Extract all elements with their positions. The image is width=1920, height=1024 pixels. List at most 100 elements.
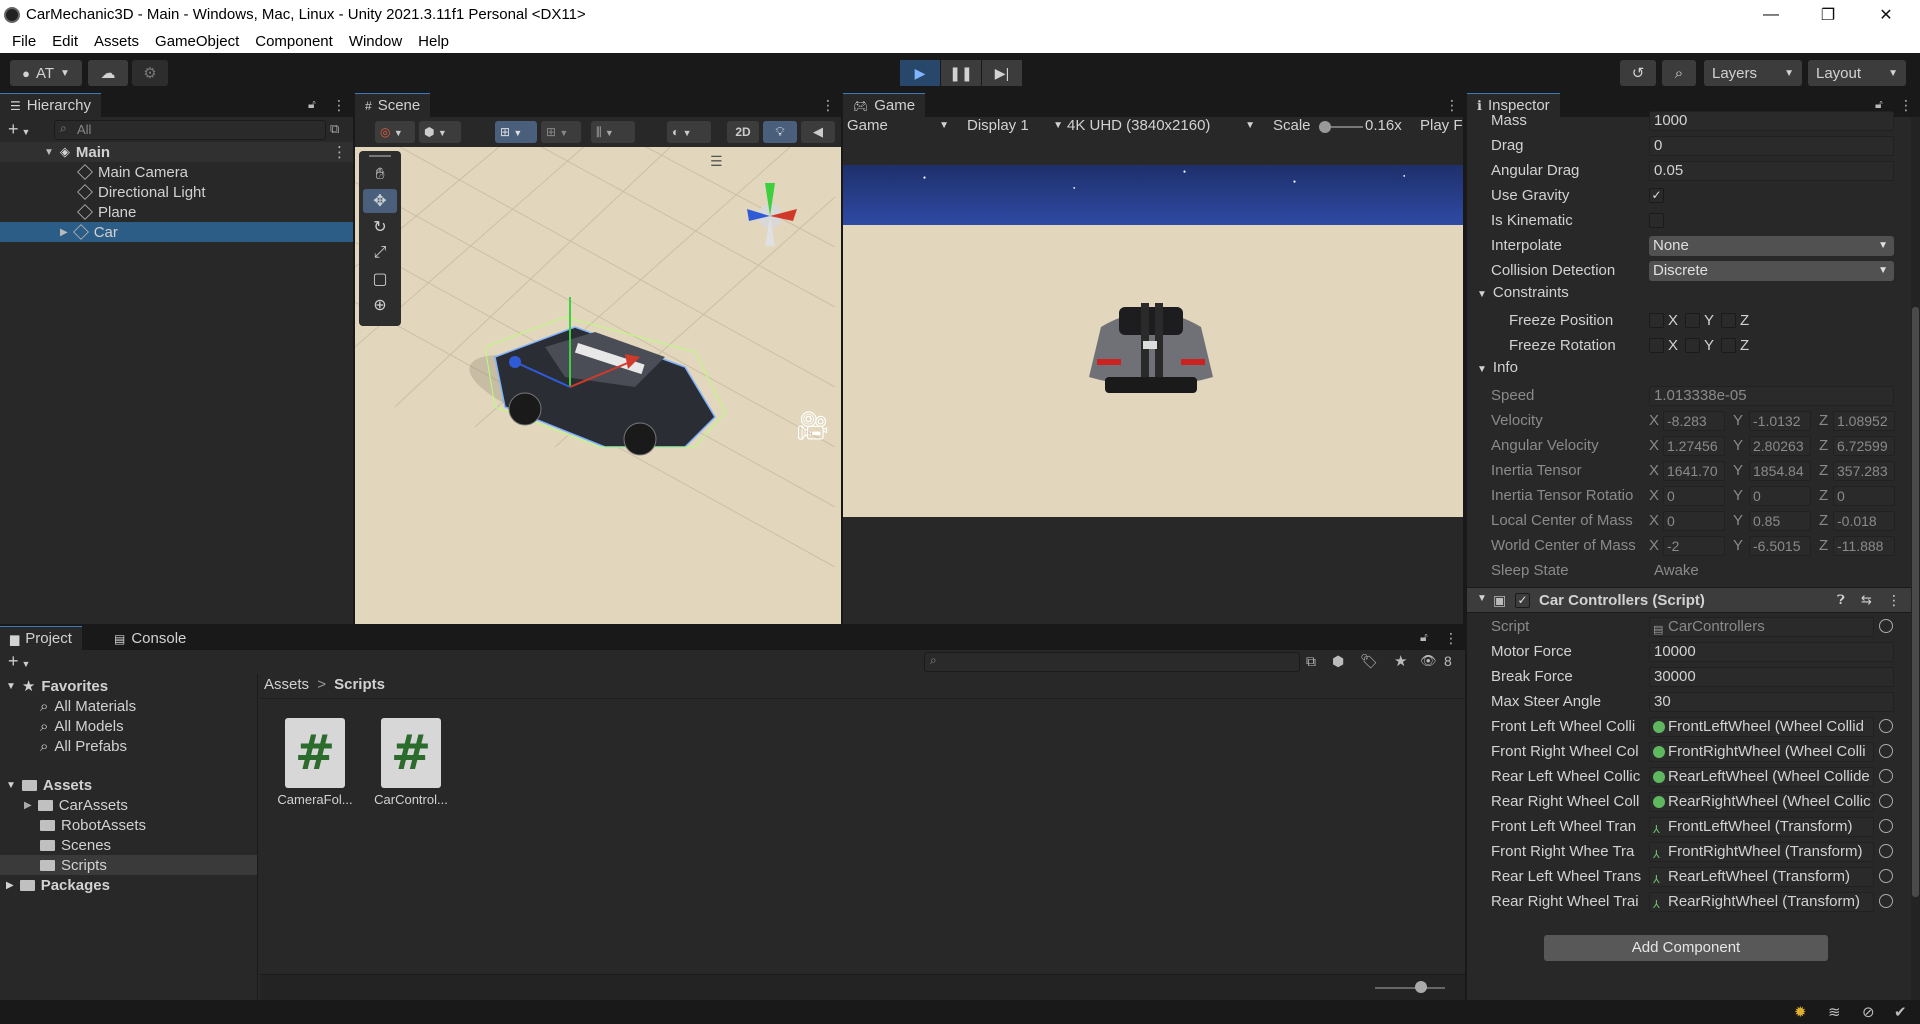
menu-assets[interactable]: Assets [86,33,147,50]
pause-button[interactable]: ❚❚ [941,60,981,86]
expand-arrow-icon[interactable]: ▼ [44,147,54,158]
cache-server-icon[interactable]: ⊘ [1862,1003,1875,1021]
tab-scene[interactable]: # Scene [355,93,431,117]
transform-field[interactable]: ⅄ FrontLeftWheel (Transform) [1649,817,1874,837]
hidden-packages-icon[interactable]: 👁︎ [1420,653,1437,669]
minimize-button[interactable]: — [1743,0,1799,29]
scale-tool-button[interactable]: ⤢ [363,241,397,265]
gizmo-toggle-button[interactable]: ◐ ▼ [667,121,711,143]
menu-file[interactable]: File [4,33,44,50]
hierarchy-item[interactable]: Main Camera [0,162,353,182]
more-options-icon[interactable]: ⋮ [1445,97,1459,114]
assets-foldout[interactable]: ▼ Assets [6,775,92,795]
max-steer-angle-input[interactable]: 30 [1649,692,1894,712]
angular-drag-input[interactable]: 0.05 [1649,161,1894,181]
project-add-button[interactable]: + ▼ [8,651,30,672]
menu-window[interactable]: Window [341,33,410,50]
folder-item-selected[interactable]: Scripts [0,855,257,875]
info-foldout[interactable]: ▼ Info [1467,359,1899,384]
hierarchy-scene-main[interactable]: ▼ ◈ Main ⋮ [0,142,353,162]
inspector-scrollbar[interactable] [1911,117,1920,1000]
wheel-collider-field[interactable]: FrontLeftWheel (Wheel Collid [1649,717,1874,737]
debug-icon[interactable]: ✹ [1794,1003,1807,1021]
object-picker-icon[interactable] [1879,819,1893,833]
render-mode-button[interactable]: ⬢ ▼ [419,121,461,143]
freeze-position-z-checkbox[interactable] [1721,313,1736,328]
component-enabled-checkbox[interactable]: ✓ [1515,593,1530,608]
draw-mode-button[interactable]: ◎ ▼ [375,121,415,143]
menu-edit[interactable]: Edit [44,33,86,50]
expand-arrow-icon[interactable]: ▶ [60,227,68,238]
search-by-type-icon[interactable]: ⧉ [1306,653,1316,670]
transform-field[interactable]: ⅄ RearLeftWheel (Transform) [1649,867,1874,887]
orientation-gizmo[interactable] [735,171,805,251]
folder-item[interactable]: ▶ CarAssets [24,795,128,815]
history-button[interactable]: ↺ [1620,60,1656,86]
search-button[interactable]: ⌕ [1662,60,1696,86]
overlay-handle[interactable] [369,155,391,161]
mass-input[interactable]: 1000 [1649,111,1894,131]
freeze-rotation-x-checkbox[interactable] [1649,338,1664,353]
scale-slider-thumb[interactable] [1319,121,1331,133]
tab-console[interactable]: ▤ Console [104,626,197,650]
icon-size-slider-thumb[interactable] [1415,981,1427,993]
play-mode-dropdown[interactable]: Play F [1420,117,1463,134]
hierarchy-item[interactable]: Directional Light [0,182,353,202]
collab-button[interactable]: ⚙ [132,60,168,86]
toggle-2d-button[interactable]: 2D [727,121,759,143]
folder-item[interactable]: RobotAssets [40,815,146,835]
menu-gameobject[interactable]: GameObject [147,33,247,50]
audio-toggle-button[interactable]: ◀ [801,121,835,143]
object-picker-icon[interactable] [1879,719,1893,733]
collision-detection-dropdown[interactable]: Discrete ▼ [1649,261,1894,281]
auto-refresh-icon[interactable]: ✔ [1894,1003,1907,1021]
increment-snap-button[interactable]: ⊞ ▼ [541,121,581,143]
breadcrumb-item[interactable]: Assets [264,676,309,693]
layout-dropdown[interactable]: Layout ▼ [1808,60,1906,86]
menu-help[interactable]: Help [410,33,457,50]
hand-tool-button[interactable]: ✋︎ [363,163,397,187]
layers-stack-icon[interactable]: ≋ [1828,1003,1841,1021]
interpolate-dropdown[interactable]: None ▼ [1649,236,1894,256]
account-dropdown[interactable]: ● AT ▼ [10,60,82,86]
break-force-input[interactable]: 30000 [1649,667,1894,687]
hierarchy-item[interactable]: Plane [0,202,353,222]
object-picker-icon[interactable] [1879,794,1893,808]
move-tool-button[interactable]: ✥ [363,189,397,213]
tab-hierarchy[interactable]: ☰ Hierarchy [0,93,101,117]
more-options-icon[interactable]: ⋮ [332,143,347,161]
align-button[interactable]: ⫼ ▼ [591,121,635,143]
object-picker-icon[interactable] [1879,619,1893,633]
asset-script-file[interactable]: # CameraFol... [272,718,358,807]
object-picker-icon[interactable] [1879,894,1893,908]
wheel-collider-field[interactable]: RearLeftWheel (Wheel Collide [1649,767,1874,787]
hierarchy-item-selected[interactable]: ▶ Car [0,222,353,242]
favorite-item[interactable]: ⌕ All Prefabs [40,736,127,756]
transform-field[interactable]: ⅄ FrontRightWheel (Transform) [1649,842,1874,862]
more-options-icon[interactable]: ⋮ [1444,630,1458,647]
motor-force-input[interactable]: 10000 [1649,642,1894,662]
lock-icon[interactable]: 🔓︎ [1420,630,1428,645]
rect-tool-button[interactable]: ▢ [363,267,397,291]
more-options-icon[interactable]: ⋮ [1887,592,1901,609]
close-button[interactable]: ✕ [1858,0,1914,29]
drag-input[interactable]: 0 [1649,136,1894,156]
hierarchy-add-button[interactable]: + ▼ [8,119,30,142]
scale-slider[interactable] [1319,121,1363,133]
freeze-rotation-y-checkbox[interactable] [1685,338,1700,353]
game-view-dropdown[interactable]: Game ▼ [847,117,953,134]
freeze-rotation-z-checkbox[interactable] [1721,338,1736,353]
inspector-scrollbar-thumb[interactable] [1912,307,1919,897]
transform-field[interactable]: ⅄ RearRightWheel (Transform) [1649,892,1874,912]
object-picker-icon[interactable] [1879,844,1893,858]
wheel-collider-field[interactable]: RearRightWheel (Wheel Collic [1649,792,1874,812]
object-picker-icon[interactable] [1879,869,1893,883]
tab-project[interactable]: ▆ Project [0,626,82,650]
scene-viewport[interactable]: 🎥︎ ✋︎ ✥ ↻ ⤢ ▢ ⊕ ☰ [355,147,841,624]
star-icon[interactable]: ★ [1394,652,1407,670]
add-component-button[interactable]: Add Component [1544,935,1828,961]
freeze-position-y-checkbox[interactable] [1685,313,1700,328]
freeze-position-x-checkbox[interactable] [1649,313,1664,328]
filter-icon[interactable]: ⧉ [330,121,339,137]
more-options-icon[interactable]: ⋮ [332,97,346,114]
